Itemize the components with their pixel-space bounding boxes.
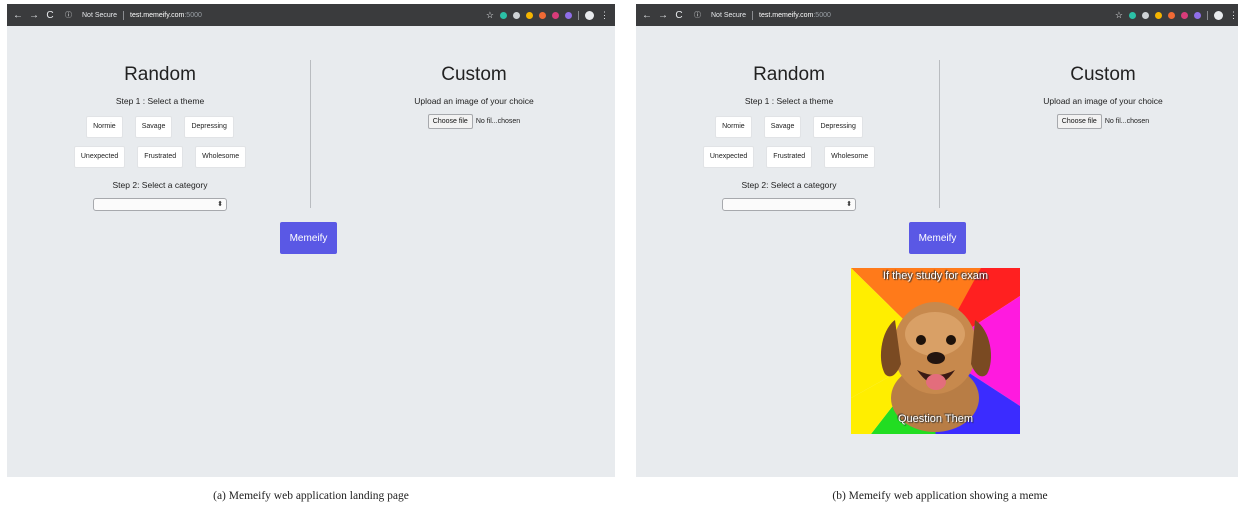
- memeify-button[interactable]: Memeify: [909, 222, 966, 254]
- file-status: No fil...chosen: [475, 118, 521, 125]
- section-divider: [939, 60, 940, 208]
- step2-label: Step 2: Select a category: [112, 180, 208, 190]
- random-heading: Random: [753, 64, 825, 85]
- random-section: Random Step 1 : Select a theme Normie Sa…: [674, 62, 904, 211]
- custom-heading: Custom: [1070, 64, 1136, 85]
- theme-button-savage[interactable]: Savage: [763, 116, 802, 138]
- theme-button-wholesome[interactable]: Wholesome: [195, 146, 247, 168]
- screenshot-panel-b: ← → C ⓘ Not Secure test.memeify.com:5000…: [636, 4, 1238, 477]
- extension-icon[interactable]: [1168, 11, 1175, 19]
- back-icon[interactable]: ←: [13, 10, 23, 21]
- address-bar[interactable]: test.memeify.com:5000: [759, 12, 831, 19]
- theme-button-unexpected[interactable]: Unexpected: [73, 146, 126, 168]
- theme-buttons: Normie Savage Depressing Unexpected Frus…: [674, 116, 904, 168]
- upload-label: Upload an image of your choice: [414, 96, 534, 106]
- info-icon[interactable]: ⓘ: [694, 10, 701, 20]
- theme-button-frustrated[interactable]: Frustrated: [766, 146, 813, 168]
- step1-label: Step 1 : Select a theme: [744, 96, 834, 106]
- theme-button-wholesome[interactable]: Wholesome: [824, 146, 876, 168]
- meme-top-text: If they study for exam: [882, 270, 989, 282]
- browser-menu-icon[interactable]: ⋮: [1229, 10, 1238, 21]
- file-input[interactable]: Choose file No fil...chosen: [988, 114, 1218, 129]
- extension-icon[interactable]: [1142, 11, 1149, 19]
- theme-button-normie[interactable]: Normie: [86, 116, 123, 138]
- file-input[interactable]: Choose file No fil...chosen: [359, 114, 589, 129]
- meme-image: If they study for exam Question Them: [851, 268, 1020, 434]
- browser-toolbar: ← → C ⓘ Not Secure test.memeify.com:5000…: [636, 4, 1238, 26]
- theme-button-depressing[interactable]: Depressing: [184, 116, 234, 138]
- extension-icon[interactable]: [539, 11, 546, 19]
- app-page: Random Step 1 : Select a theme Normie Sa…: [636, 26, 1238, 477]
- url-port: :5000: [813, 11, 831, 19]
- category-select[interactable]: ⬍: [93, 198, 227, 211]
- random-heading: Random: [124, 64, 196, 85]
- step2-label: Step 2: Select a category: [741, 180, 837, 190]
- memeify-button[interactable]: Memeify: [280, 222, 337, 254]
- extension-icon[interactable]: [552, 11, 559, 19]
- back-icon[interactable]: ←: [642, 10, 652, 21]
- theme-button-depressing[interactable]: Depressing: [813, 116, 863, 138]
- extension-icon[interactable]: [1155, 11, 1162, 19]
- profile-avatar-icon[interactable]: [1214, 10, 1223, 20]
- random-section: Random Step 1 : Select a theme Normie Sa…: [45, 62, 275, 211]
- extension-icon[interactable]: [1181, 11, 1188, 19]
- url-port: :5000: [184, 11, 202, 19]
- bookmark-star-icon[interactable]: ☆: [1115, 10, 1123, 21]
- url-host: test.memeify.com: [130, 11, 185, 19]
- choose-file-button[interactable]: Choose file: [427, 114, 473, 129]
- meme-bottom-text: Question Them: [897, 413, 973, 425]
- app-page: Random Step 1 : Select a theme Normie Sa…: [7, 26, 615, 477]
- extension-icon[interactable]: [500, 11, 507, 19]
- extension-icon[interactable]: [526, 11, 533, 19]
- file-status: No fil...chosen: [1104, 118, 1150, 125]
- bookmark-star-icon[interactable]: ☆: [486, 10, 494, 21]
- browser-menu-icon[interactable]: ⋮: [600, 10, 609, 21]
- custom-section: Custom Upload an image of your choice Ch…: [988, 62, 1218, 129]
- select-arrows-icon: ⬍: [217, 201, 223, 208]
- caption-a: (a) Memeify web application landing page: [213, 490, 409, 502]
- profile-avatar-icon[interactable]: [585, 10, 594, 20]
- forward-icon[interactable]: →: [29, 10, 39, 21]
- meme-background: [851, 268, 1020, 434]
- theme-button-unexpected[interactable]: Unexpected: [702, 146, 755, 168]
- caption-b: (b) Memeify web application showing a me…: [832, 490, 1048, 502]
- forward-icon[interactable]: →: [658, 10, 668, 21]
- theme-buttons: Normie Savage Depressing Unexpected Frus…: [45, 116, 275, 168]
- select-arrows-icon: ⬍: [846, 201, 852, 208]
- theme-button-savage[interactable]: Savage: [134, 116, 173, 138]
- custom-section: Custom Upload an image of your choice Ch…: [359, 62, 589, 129]
- upload-label: Upload an image of your choice: [1043, 96, 1163, 106]
- extension-icon[interactable]: [1194, 11, 1201, 19]
- theme-button-frustrated[interactable]: Frustrated: [137, 146, 184, 168]
- theme-button-normie[interactable]: Normie: [715, 116, 752, 138]
- security-label: Not Secure: [711, 11, 747, 19]
- extension-icon[interactable]: [1129, 11, 1136, 19]
- extension-icon[interactable]: [513, 11, 520, 19]
- security-label: Not Secure: [82, 11, 118, 19]
- step1-label: Step 1 : Select a theme: [115, 96, 205, 106]
- screenshot-panel-a: ← → C ⓘ Not Secure test.memeify.com:5000…: [7, 4, 615, 477]
- browser-toolbar: ← → C ⓘ Not Secure test.memeify.com:5000…: [7, 4, 615, 26]
- url-host: test.memeify.com: [759, 11, 814, 19]
- address-bar[interactable]: test.memeify.com:5000: [130, 12, 202, 19]
- category-select[interactable]: ⬍: [722, 198, 856, 211]
- url-separator: [752, 10, 754, 20]
- reload-icon[interactable]: C: [674, 10, 684, 21]
- extension-icon[interactable]: [565, 11, 572, 19]
- url-separator: [123, 10, 125, 20]
- section-divider: [310, 60, 311, 208]
- custom-heading: Custom: [441, 64, 507, 85]
- choose-file-button[interactable]: Choose file: [1056, 114, 1102, 129]
- info-icon[interactable]: ⓘ: [65, 10, 72, 20]
- reload-icon[interactable]: C: [45, 10, 55, 21]
